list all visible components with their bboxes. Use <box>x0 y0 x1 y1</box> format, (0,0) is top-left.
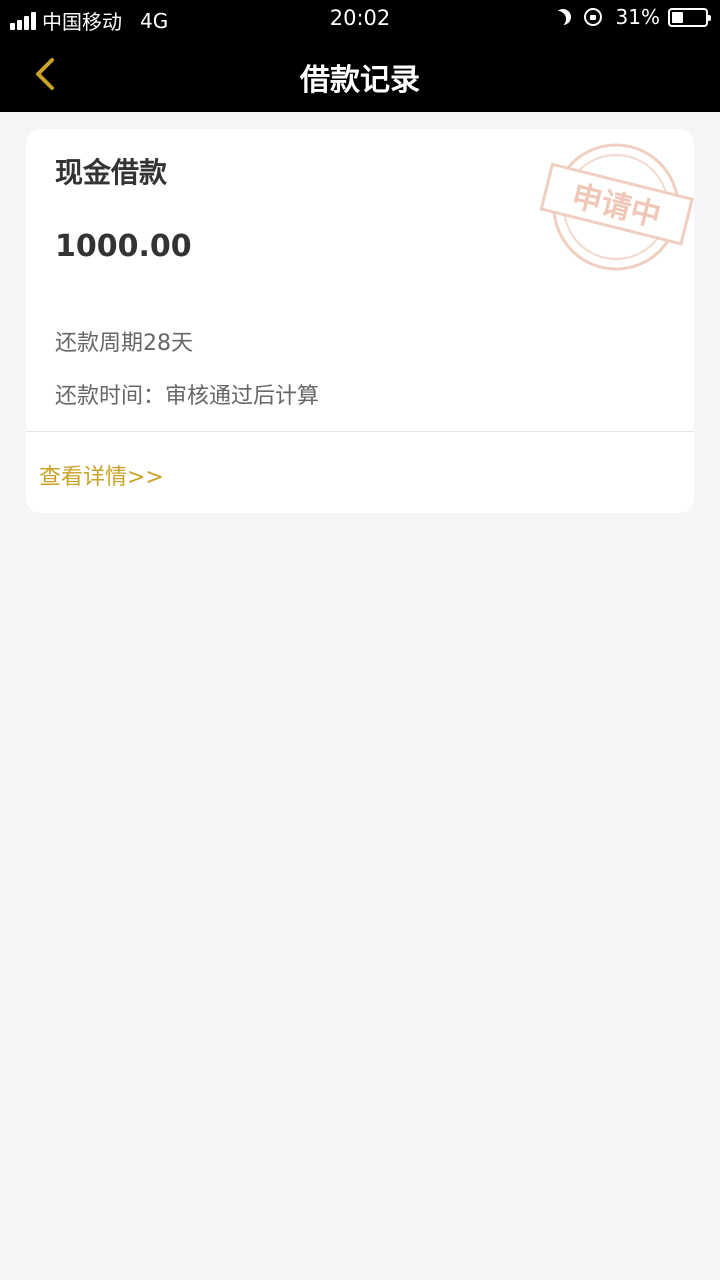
battery-percent: 31% <box>615 5 660 29</box>
repay-time: 还款时间：审核通过后计算 <box>55 384 320 409</box>
status-stamp: 申请中 <box>539 143 694 271</box>
status-bar: 中国移动 4G 20:02 31% <box>0 0 720 38</box>
status-right: 31% <box>554 5 711 29</box>
repay-period: 还款周期28天 <box>55 331 193 356</box>
loan-type: 现金借款 <box>55 156 168 189</box>
loan-amount: 1000.00 <box>55 229 192 264</box>
nav-bar: 借款记录 <box>0 38 720 112</box>
page-title: 借款记录 <box>300 63 420 98</box>
battery-icon <box>668 7 711 27</box>
loan-record-card: 现金借款 1000.00 还款周期28天 还款时间：审核通过后计算 查看详情>>… <box>26 129 694 513</box>
rotation-lock-icon <box>583 8 602 26</box>
view-details-link[interactable]: 查看详情>> <box>39 459 164 491</box>
divider <box>26 431 694 432</box>
moon-icon <box>550 11 566 27</box>
